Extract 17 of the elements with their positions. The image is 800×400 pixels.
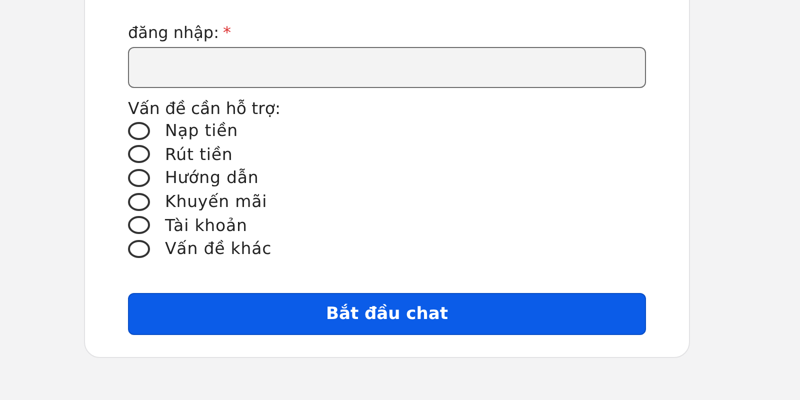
radio-button[interactable] [128,122,150,140]
username-label: đăng nhập: [128,23,219,43]
start-chat-button[interactable]: Bắt đầu chat [128,292,646,335]
radio-button[interactable] [128,216,150,234]
required-mark: * [222,23,231,43]
option-label[interactable]: Hướng dẫn [165,168,259,188]
radio-button[interactable] [128,240,150,258]
topic-label: Vấn đề cần hỗ trợ: [128,99,282,119]
option-label[interactable]: Tài khoản [165,216,248,235]
option-label[interactable]: Khuyến mãi [165,192,268,212]
option-label[interactable]: Vấn đề khác [165,239,272,258]
option-label[interactable]: Nạp tiền [165,121,238,140]
radio-button[interactable] [128,145,150,164]
username-field[interactable] [128,47,646,88]
radio-button[interactable] [128,192,150,211]
radio-button[interactable] [128,168,150,187]
option-label[interactable]: Rút tiền [165,144,233,164]
